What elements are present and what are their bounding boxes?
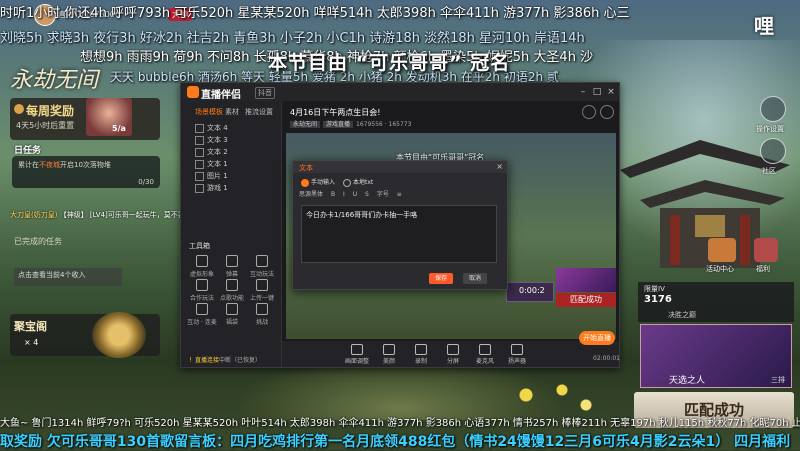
local-txt-radio[interactable]: 本地txt bbox=[343, 177, 373, 187]
share-icon[interactable] bbox=[582, 105, 596, 119]
start-live-button[interactable]: 开始直播 bbox=[579, 331, 615, 345]
welfare-icon[interactable] bbox=[754, 238, 778, 262]
record-button[interactable]: 录制 bbox=[406, 344, 436, 365]
rank-card[interactable]: 限量IV 3176 决胜之巅 bbox=[638, 282, 794, 322]
reward-title: 每周奖励 bbox=[26, 104, 75, 118]
settings-icon[interactable] bbox=[760, 96, 786, 122]
treasure-count: × 4 bbox=[24, 338, 39, 347]
font-select[interactable]: 思源黑体 bbox=[299, 191, 323, 198]
underline-button[interactable]: U bbox=[353, 191, 357, 198]
flowers bbox=[490, 370, 610, 420]
scene-item[interactable]: 文本 3 bbox=[195, 135, 228, 145]
treasure-name: 聚宝阁 bbox=[14, 320, 47, 333]
rank-mode: 决胜之巅 bbox=[668, 311, 696, 319]
task-text: 累计在不夜城开启10次落物堆 bbox=[18, 161, 111, 169]
text-content-input[interactable]: 今日办卡1/166哥哥们办卡抽一手咯 bbox=[301, 205, 497, 263]
format-toolbar: 思源黑体 B I U S 字号 ≡ bbox=[299, 189, 499, 199]
settings-label: 操作设置 bbox=[756, 125, 784, 133]
maximize-icon[interactable]: □ bbox=[591, 86, 603, 98]
close-icon[interactable]: × bbox=[605, 86, 617, 98]
tab-materials[interactable]: 素材 bbox=[225, 107, 239, 117]
treasure-icon bbox=[92, 312, 146, 358]
app-titlebar[interactable]: 直播伴侣 抖音 – □ × bbox=[181, 83, 619, 101]
welfare-label: 福利 bbox=[756, 265, 770, 273]
split-screen-button[interactable]: 分屏 bbox=[438, 344, 468, 365]
team-mode: 三排 bbox=[771, 376, 785, 384]
community-label: 社区 bbox=[762, 167, 776, 175]
rank-level: 限量IV bbox=[644, 285, 665, 293]
tool-luckybag[interactable]: 福袋 bbox=[217, 303, 247, 326]
task-progress: 0/30 bbox=[138, 178, 154, 186]
profile-icon[interactable] bbox=[600, 105, 614, 119]
manual-input-radio[interactable]: 手动输入 bbox=[301, 177, 335, 187]
ticker-top: 时听1小时 你还4h 呼呼793h 可乐520h 星某某520h 咩咩514h … bbox=[0, 6, 630, 21]
completed-tasks-label: 已完成的任务 bbox=[14, 237, 62, 246]
cancel-button[interactable]: 取消 bbox=[463, 273, 487, 284]
activity-icon[interactable] bbox=[708, 238, 736, 262]
beauty-button[interactable]: 美颜 bbox=[374, 344, 404, 365]
text-edit-dialog: 文本 × 手动输入 本地txt 思源黑体 B I U S 字号 ≡ 今日办卡1/… bbox=[292, 160, 508, 290]
income-note[interactable]: 点击查看当前4个收入 bbox=[14, 268, 122, 286]
picture-adjust-button[interactable]: 画面调整 bbox=[342, 344, 372, 365]
rank-score: 3176 bbox=[644, 294, 672, 305]
scene-item[interactable]: 图片 1 bbox=[195, 171, 228, 181]
task-box[interactable]: 累计在不夜城开启10次落物堆 0/30 bbox=[12, 156, 160, 188]
gift-count: 5/a bbox=[112, 124, 126, 133]
microphone-button[interactable]: 麦克风 bbox=[470, 344, 500, 365]
ticker-bottom-1: 大鱼~ 鲁门1314h 鲜呼79?h 可乐520h 星某某520h 叶叶514h… bbox=[0, 418, 800, 429]
app-name: 直播伴侣 bbox=[201, 90, 241, 101]
font-size-select[interactable]: 字号 bbox=[377, 191, 389, 198]
italic-button[interactable]: I bbox=[343, 191, 345, 198]
app-logo-icon bbox=[187, 86, 199, 98]
speaker-button[interactable]: 扬声器 bbox=[502, 344, 532, 365]
platform-tag: 抖音 bbox=[255, 87, 275, 99]
scene-item[interactable]: 文本 4 bbox=[195, 123, 228, 133]
connection-status: ！直播连接中断（已恢复） bbox=[189, 357, 262, 364]
toolbox-heading: 工具箱 bbox=[189, 242, 210, 250]
tool-avatar[interactable]: 虚拟形象 bbox=[187, 255, 217, 278]
community-icon[interactable] bbox=[760, 138, 786, 164]
tool-upload[interactable]: 上传一键 bbox=[247, 279, 277, 302]
reward-reset: 4天5小时后重置 bbox=[16, 121, 75, 130]
tool-cohost[interactable]: 互动 · 连麦 bbox=[187, 303, 217, 326]
match-preview-thumb bbox=[556, 268, 616, 292]
bold-button[interactable]: B bbox=[331, 191, 335, 198]
minimize-icon[interactable]: – bbox=[577, 86, 589, 98]
tool-coop[interactable]: 合作玩法 bbox=[187, 279, 217, 302]
scene-item[interactable]: 文本 2 bbox=[195, 147, 228, 157]
bottom-toolbar: 画面调整 美颜 录制 分屏 麦克风 扬声器 bbox=[282, 341, 619, 367]
dialog-header[interactable]: 文本 × bbox=[293, 161, 507, 173]
save-button[interactable]: 保存 bbox=[429, 273, 453, 284]
tool-interactive[interactable]: 互动玩法 bbox=[247, 255, 277, 278]
sponsor-title: 本节目由 “可乐哥哥” 冠名 bbox=[268, 52, 511, 74]
activity-label: 活动中心 bbox=[706, 265, 734, 273]
align-button[interactable]: ≡ bbox=[397, 191, 402, 198]
live-timer: 02:00:01 bbox=[593, 355, 620, 362]
dialog-close-icon[interactable]: × bbox=[496, 162, 503, 171]
tab-scene-templates[interactable]: 场景模板 bbox=[195, 107, 223, 117]
strike-button[interactable]: S bbox=[365, 191, 369, 198]
match-success-small: 匹配成功 bbox=[556, 293, 616, 307]
reward-icon bbox=[14, 104, 24, 114]
character-card[interactable]: 天选之人 三排 bbox=[640, 324, 792, 388]
task-heading: 日任务 bbox=[14, 146, 42, 156]
ticker-line-2: 刘晓5h 求晓3h 夜行3h 好冰2h 社吉2h 青鱼3h 小子2h 小C1h … bbox=[0, 31, 585, 46]
scene-item[interactable]: 游戏 1 bbox=[195, 183, 228, 193]
character-title: 天选之人 bbox=[669, 376, 706, 386]
tab-stream-settings[interactable]: 推流设置 bbox=[245, 107, 273, 117]
app-sidebar: 场景模板 素材 推流设置 文本 4 文本 3 文本 2 文本 1 图片 1 游戏… bbox=[181, 101, 282, 367]
ticker-bottom-2: 取奖励 欠可乐哥哥130首歌留言板：四月吃鸡排行第一名月底领488红包（情书24… bbox=[0, 434, 791, 450]
tool-danmaku[interactable]: 弹幕 bbox=[217, 255, 247, 278]
game-logo: 永劫无间 bbox=[10, 68, 99, 93]
tool-song[interactable]: 点歌功能 bbox=[217, 279, 247, 302]
scene-item[interactable]: 文本 1 bbox=[195, 159, 228, 169]
dialog-title: 文本 bbox=[299, 164, 313, 172]
live-tags: 永劫无间 游戏直播 1679556 · 165773 bbox=[290, 119, 411, 128]
weekly-reward-panel[interactable]: 每周奖励 4天5小时后重置 bbox=[10, 98, 160, 140]
mini-preview[interactable]: 0:00:2 bbox=[506, 282, 554, 302]
tool-challenge[interactable]: 挑战 bbox=[247, 303, 277, 326]
live-title[interactable]: 4月16日下午两点生日会! bbox=[290, 107, 380, 118]
